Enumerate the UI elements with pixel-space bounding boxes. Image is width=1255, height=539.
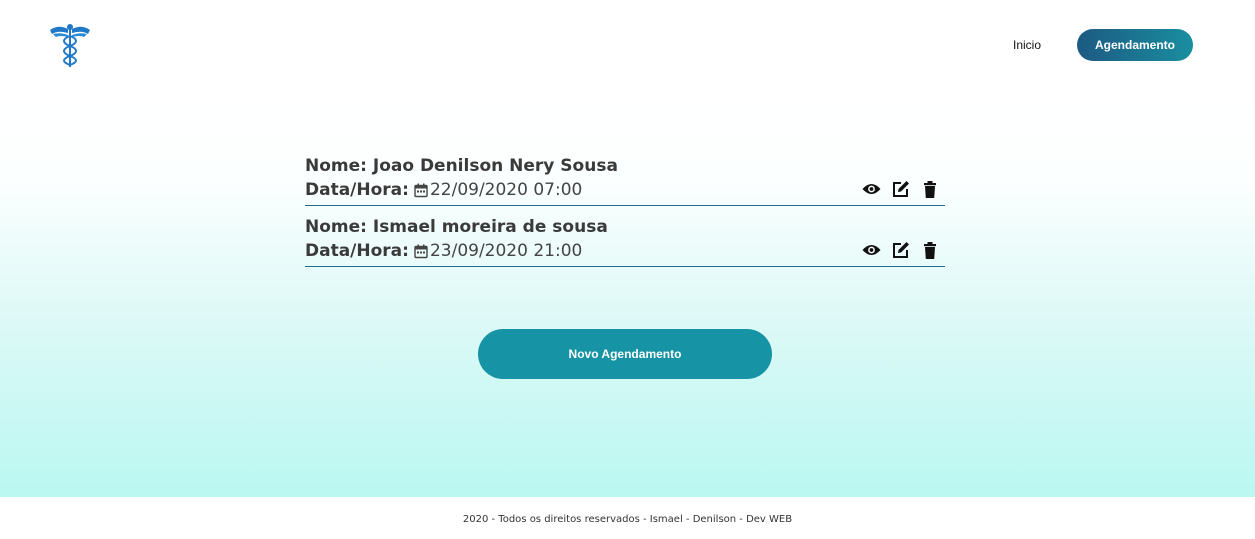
nav-home-link[interactable]: Inicio (1000, 36, 1054, 54)
header: Inicio Agendamento (0, 0, 1255, 90)
appointment-item: Nome: Ismael moreira de sousa Data/Hora:… (305, 215, 945, 267)
footer: 2020 - Todos os direitos reservados - Is… (0, 497, 1255, 539)
caduceus-icon[interactable] (48, 20, 92, 70)
row-actions (862, 241, 939, 259)
calendar-icon (414, 244, 428, 259)
datetime-label: Data/Hora: (305, 241, 409, 261)
datetime-value: 22/09/2020 07:00 (429, 180, 583, 200)
appointment-datetime: Data/Hora: 23/09/2020 21:00 (305, 241, 582, 261)
row-actions (862, 180, 939, 198)
trash-icon[interactable] (920, 241, 939, 259)
datetime-label: Data/Hora: (305, 180, 409, 200)
edit-icon[interactable] (891, 241, 910, 259)
appointment-list: Nome: Joao Denilson Nery Sousa Data/Hora… (305, 154, 945, 276)
trash-icon[interactable] (920, 180, 939, 198)
appointment-name: Nome: Joao Denilson Nery Sousa (305, 156, 618, 176)
calendar-icon (414, 183, 428, 198)
edit-icon[interactable] (891, 180, 910, 198)
eye-icon[interactable] (862, 241, 881, 259)
nav-scheduling-button[interactable]: Agendamento (1077, 29, 1193, 61)
main-content: Nome: Joao Denilson Nery Sousa Data/Hora… (0, 90, 1255, 497)
footer-text: 2020 - Todos os direitos reservados - Is… (462, 514, 793, 525)
eye-icon[interactable] (862, 180, 881, 198)
datetime-value: 23/09/2020 21:00 (429, 241, 583, 261)
appointment-item: Nome: Joao Denilson Nery Sousa Data/Hora… (305, 154, 945, 206)
appointment-datetime: Data/Hora: 22/09/2020 07:00 (305, 180, 582, 200)
appointment-name: Nome: Ismael moreira de sousa (305, 217, 608, 237)
new-appointment-button[interactable]: Novo Agendamento (478, 329, 772, 379)
